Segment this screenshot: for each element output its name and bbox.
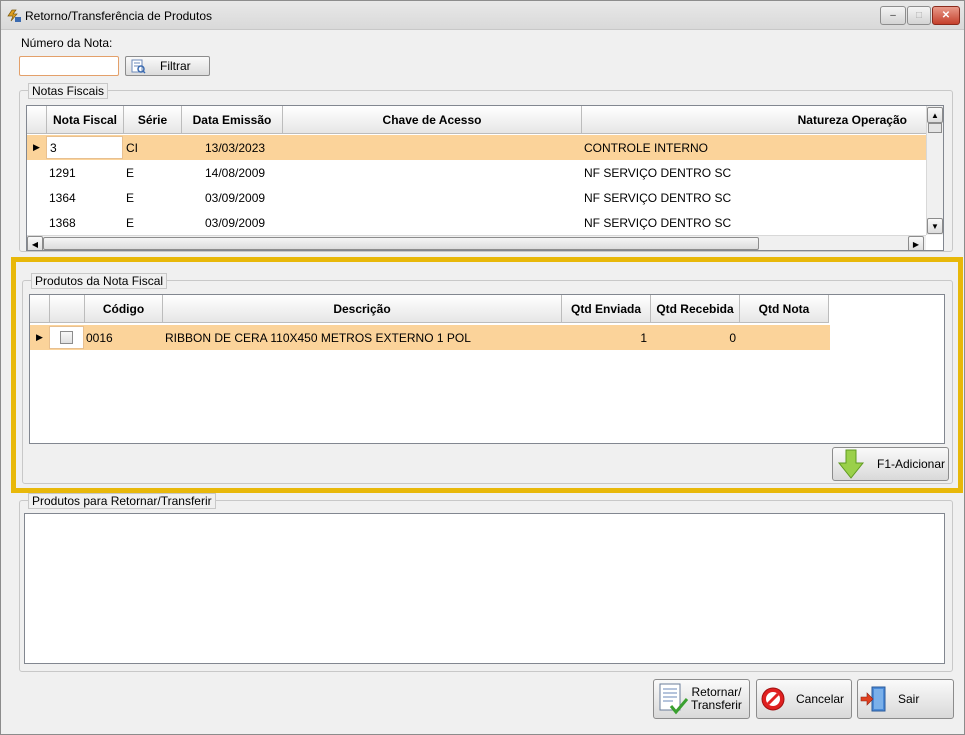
add-button-label: F1-Adicionar xyxy=(877,457,946,471)
close-button[interactable]: ✕ xyxy=(932,6,960,25)
table-row[interactable]: 1291 E 14/08/2009 NF SERVIÇO DENTRO SC xyxy=(27,160,928,185)
col-chave-acesso[interactable]: Chave de Acesso xyxy=(283,106,582,134)
cell-natureza[interactable]: CONTROLE INTERNO xyxy=(581,135,927,160)
title-bar[interactable]: Retorno/Transferência de Produtos – □ ✕ xyxy=(1,1,964,30)
select-checkbox[interactable] xyxy=(60,331,73,344)
maximize-button[interactable]: □ xyxy=(907,6,931,25)
row-header-corner xyxy=(27,106,47,134)
note-number-input[interactable] xyxy=(19,56,119,76)
cell-descricao[interactable]: RIBBON DE CERA 110X450 METROS EXTERNO 1 … xyxy=(162,325,561,350)
cell-qtd-recebida[interactable]: 0 xyxy=(650,325,739,350)
filter-button[interactable]: Filtrar xyxy=(125,56,210,76)
table-row[interactable]: ▶ 3 CI 13/03/2023 CONTROLE INTERNO xyxy=(27,135,928,160)
cell-serie[interactable]: CI xyxy=(123,135,181,160)
col-codigo[interactable]: Código xyxy=(85,295,163,323)
col-serie[interactable]: Série xyxy=(124,106,182,134)
col-select[interactable] xyxy=(50,295,85,323)
cell-codigo[interactable]: 0016 xyxy=(84,325,162,350)
cell-select[interactable] xyxy=(49,326,84,349)
notas-horizontal-scrollbar[interactable]: ◀ ▶ xyxy=(27,235,926,250)
filter-button-label: Filtrar xyxy=(160,59,191,73)
scroll-up-icon[interactable]: ▲ xyxy=(927,107,943,123)
window-title: Retorno/Transferência de Produtos xyxy=(25,9,212,23)
scroll-thumb-horizontal[interactable] xyxy=(43,237,759,250)
notas-grid[interactable]: Nota Fiscal Série Data Emissão Chave de … xyxy=(26,105,944,251)
filter-icon xyxy=(131,59,146,74)
sair-button[interactable]: Sair xyxy=(857,679,954,719)
notas-fiscais-legend: Notas Fiscais xyxy=(28,83,109,99)
cell-serie[interactable]: E xyxy=(123,210,181,235)
cell-chave[interactable] xyxy=(282,210,581,235)
scroll-thumb[interactable] xyxy=(928,123,942,133)
notas-vertical-scrollbar[interactable]: ▲ ▼ xyxy=(926,106,943,235)
cell-serie[interactable]: E xyxy=(123,185,181,210)
table-row[interactable]: 1364 E 03/09/2009 NF SERVIÇO DENTRO SC xyxy=(27,185,928,210)
current-row-arrow-icon: ▶ xyxy=(33,142,40,152)
note-number-label: Número da Nota: xyxy=(21,36,113,50)
exit-door-icon xyxy=(860,686,886,712)
cancel-icon xyxy=(761,687,785,711)
row-header-corner xyxy=(30,295,50,323)
cancelar-label: Cancelar xyxy=(796,692,845,706)
cell-nota[interactable]: 1368 xyxy=(46,210,123,235)
cell-data[interactable]: 14/08/2009 xyxy=(181,160,282,185)
col-qtd-enviada[interactable]: Qtd Enviada xyxy=(562,295,651,323)
retornar-transferir-button[interactable]: Retornar/ Transferir xyxy=(653,679,750,719)
current-row-arrow-icon: ▶ xyxy=(36,332,43,342)
retornar-grid[interactable] xyxy=(24,513,945,664)
sair-label: Sair xyxy=(898,692,920,706)
scroll-left-icon[interactable]: ◀ xyxy=(27,236,43,250)
scroll-right-icon[interactable]: ▶ xyxy=(908,236,924,250)
cell-chave[interactable] xyxy=(282,185,581,210)
cell-data[interactable]: 03/09/2009 xyxy=(181,185,282,210)
cell-data[interactable]: 03/09/2009 xyxy=(181,210,282,235)
cell-data[interactable]: 13/03/2023 xyxy=(181,135,282,160)
add-button[interactable]: F1-Adicionar xyxy=(832,447,949,481)
cell-natureza[interactable]: NF SERVIÇO DENTRO SC xyxy=(581,210,927,235)
table-row[interactable]: 1368 E 03/09/2009 NF SERVIÇO DENTRO SC xyxy=(27,210,928,235)
cell-natureza[interactable]: NF SERVIÇO DENTRO SC xyxy=(581,160,927,185)
cell-nota[interactable]: 3 xyxy=(46,136,123,159)
col-qtd-nota[interactable]: Qtd Nota xyxy=(740,295,829,323)
produtos-legend: Produtos da Nota Fiscal xyxy=(31,273,168,289)
cell-serie[interactable]: E xyxy=(123,160,181,185)
col-descricao[interactable]: Descrição xyxy=(163,295,562,323)
app-icon xyxy=(7,9,21,22)
cell-chave[interactable] xyxy=(282,135,581,160)
arrow-down-icon xyxy=(837,449,865,479)
cell-chave[interactable] xyxy=(282,160,581,185)
cell-natureza[interactable]: NF SERVIÇO DENTRO SC xyxy=(581,185,927,210)
produtos-grid-header: Código Descrição Qtd Enviada Qtd Recebid… xyxy=(30,295,829,323)
cancelar-button[interactable]: Cancelar xyxy=(756,679,852,719)
cell-nota[interactable]: 1364 xyxy=(46,185,123,210)
col-qtd-recebida[interactable]: Qtd Recebida xyxy=(651,295,740,323)
main-window: Retorno/Transferência de Produtos – □ ✕ … xyxy=(0,0,965,735)
cell-qtd-nota[interactable] xyxy=(739,325,828,350)
table-row[interactable]: ▶ 0016 RIBBON DE CERA 110X450 METROS EXT… xyxy=(30,325,830,350)
col-data-emissao[interactable]: Data Emissão xyxy=(182,106,283,134)
minimize-button[interactable]: – xyxy=(880,6,906,25)
col-nota-fiscal[interactable]: Nota Fiscal xyxy=(47,106,124,134)
produtos-grid[interactable]: Código Descrição Qtd Enviada Qtd Recebid… xyxy=(29,294,945,444)
document-check-icon xyxy=(659,683,689,715)
retornar-label-line2: Transferir xyxy=(691,698,742,712)
scroll-down-icon[interactable]: ▼ xyxy=(927,218,943,234)
retornar-legend: Produtos para Retornar/Transferir xyxy=(28,493,216,509)
notas-grid-header: Nota Fiscal Série Data Emissão Chave de … xyxy=(27,106,928,134)
col-natureza-operacao[interactable]: Natureza Operação xyxy=(582,106,928,134)
cell-qtd-enviada[interactable]: 1 xyxy=(561,325,650,350)
cell-nota[interactable]: 1291 xyxy=(46,160,123,185)
